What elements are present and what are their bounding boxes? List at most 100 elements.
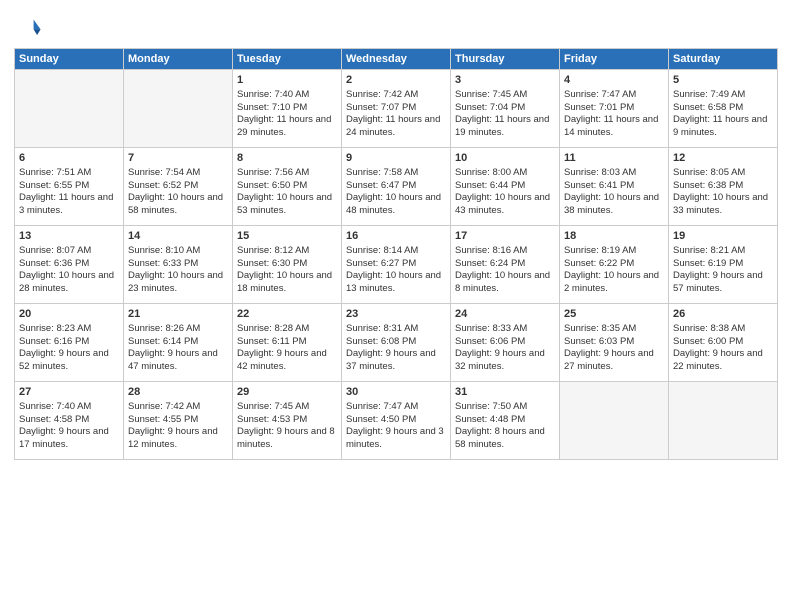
weekday-header: Saturday — [669, 49, 778, 70]
weekday-header: Tuesday — [233, 49, 342, 70]
calendar-cell: 19Sunrise: 8:21 AM Sunset: 6:19 PMDayligh… — [669, 226, 778, 304]
calendar-cell: 20Sunrise: 8:23 AMSunset: 6:16 PMDayligh… — [15, 304, 124, 382]
sunrise-text: Sunrise: 8:10 AM — [128, 245, 200, 256]
day-number: 24 — [455, 307, 555, 322]
sunset-text: Sunset: 4:50 PM — [346, 414, 416, 425]
calendar-cell: 6Sunrise: 7:51 AMSunset: 6:55 PMDaylight… — [15, 148, 124, 226]
cell-content: 8Sunrise: 7:56 AMSunset: 6:50 PMDaylight… — [237, 151, 337, 218]
day-number: 12 — [673, 151, 773, 166]
day-number: 13 — [19, 229, 119, 244]
calendar-cell: 9Sunrise: 7:58 AMSunset: 6:47 PMDaylight… — [342, 148, 451, 226]
cell-content: 9Sunrise: 7:58 AMSunset: 6:47 PMDaylight… — [346, 151, 446, 218]
daylight-text: Daylight: 10 hours and 18 minutes. — [237, 270, 332, 294]
daylight-text: Daylight: 9 hours and 52 minutes. — [19, 348, 109, 372]
cell-content: 24Sunrise: 8:33 AMSunset: 6:06 PMDayligh… — [455, 307, 555, 374]
sunrise-text: Sunrise: 8:16 AM — [455, 245, 527, 256]
day-number: 21 — [128, 307, 228, 322]
sunrise-text: Sunrise: 7:40 AM — [237, 89, 309, 100]
day-number: 29 — [237, 385, 337, 400]
cell-content: 1Sunrise: 7:40 AM Sunset: 7:10 PMDaylight… — [237, 73, 337, 140]
calendar-cell: 27Sunrise: 7:40 AMSunset: 4:58 PMDayligh… — [15, 382, 124, 460]
day-number: 1 — [237, 73, 337, 88]
sunset-text: Sunset: 6:55 PM — [19, 180, 89, 191]
sunrise-text: Sunrise: 8:07 AM — [19, 245, 91, 256]
daylight-text: Daylight: 8 hours and 58 minutes. — [455, 426, 545, 450]
cell-content: 14Sunrise: 8:10 AMSunset: 6:33 PMDayligh… — [128, 229, 228, 296]
sunset-text: Sunset: 7:10 PM — [237, 102, 307, 113]
day-number: 17 — [455, 229, 555, 244]
daylight-text: Daylight: 9 hours and 57 minutes. — [673, 270, 763, 294]
calendar-week-row: 20Sunrise: 8:23 AMSunset: 6:16 PMDayligh… — [15, 304, 778, 382]
calendar-cell: 14Sunrise: 8:10 AMSunset: 6:33 PMDayligh… — [124, 226, 233, 304]
sunset-text: Sunset: 6:19 PM — [673, 258, 743, 269]
day-number: 4 — [564, 73, 664, 88]
sunrise-text: Sunrise: 8:12 AM — [237, 245, 309, 256]
cell-content: 17Sunrise: 8:16 AMSunset: 6:24 PMDayligh… — [455, 229, 555, 296]
day-number: 3 — [455, 73, 555, 88]
sunrise-text: Sunrise: 7:45 AM — [237, 401, 309, 412]
cell-content: 4Sunrise: 7:47 AMSunset: 7:01 PMDaylight… — [564, 73, 664, 140]
calendar-cell: 26Sunrise: 8:38 AMSunset: 6:00 PMDayligh… — [669, 304, 778, 382]
sunset-text: Sunset: 6:27 PM — [346, 258, 416, 269]
cell-content: 19Sunrise: 8:21 AM Sunset: 6:19 PMDayligh… — [673, 229, 773, 296]
sunrise-text: Sunrise: 8:19 AM — [564, 245, 636, 256]
day-number: 20 — [19, 307, 119, 322]
sunrise-text: Sunrise: 8:28 AM — [237, 323, 309, 334]
calendar-cell: 21Sunrise: 8:26 AMSunset: 6:14 PMDayligh… — [124, 304, 233, 382]
calendar-cell: 24Sunrise: 8:33 AMSunset: 6:06 PMDayligh… — [451, 304, 560, 382]
calendar-cell: 7Sunrise: 7:54 AMSunset: 6:52 PMDaylight… — [124, 148, 233, 226]
daylight-text: Daylight: 9 hours and 42 minutes. — [237, 348, 327, 372]
sunset-text: Sunset: 7:07 PM — [346, 102, 416, 113]
cell-content: 15Sunrise: 8:12 AMSunset: 6:30 PMDayligh… — [237, 229, 337, 296]
daylight-text: Daylight: 10 hours and 48 minutes. — [346, 192, 441, 216]
cell-content: 16Sunrise: 8:14 AMSunset: 6:27 PMDayligh… — [346, 229, 446, 296]
calendar-cell: 31Sunrise: 7:50 AMSunset: 4:48 PMDayligh… — [451, 382, 560, 460]
day-number: 8 — [237, 151, 337, 166]
sunset-text: Sunset: 6:50 PM — [237, 180, 307, 191]
sunrise-text: Sunrise: 7:58 AM — [346, 167, 418, 178]
calendar-cell: 11Sunrise: 8:03 AMSunset: 6:41 PMDayligh… — [560, 148, 669, 226]
sunrise-text: Sunrise: 8:05 AM — [673, 167, 745, 178]
daylight-text: Daylight: 11 hours and 29 minutes. — [237, 114, 331, 138]
cell-content: 5Sunrise: 7:49 AMSunset: 6:58 PMDaylight… — [673, 73, 773, 140]
daylight-text: Daylight: 9 hours and 27 minutes. — [564, 348, 654, 372]
daylight-text: Daylight: 10 hours and 38 minutes. — [564, 192, 659, 216]
calendar-cell — [124, 70, 233, 148]
logo-icon — [14, 14, 42, 42]
sunrise-text: Sunrise: 7:54 AM — [128, 167, 200, 178]
sunset-text: Sunset: 6:03 PM — [564, 336, 634, 347]
day-number: 19 — [673, 229, 773, 244]
weekday-header: Thursday — [451, 49, 560, 70]
sunset-text: Sunset: 6:58 PM — [673, 102, 743, 113]
calendar-cell: 8Sunrise: 7:56 AMSunset: 6:50 PMDaylight… — [233, 148, 342, 226]
weekday-header: Monday — [124, 49, 233, 70]
sunset-text: Sunset: 6:22 PM — [564, 258, 634, 269]
calendar-cell — [669, 382, 778, 460]
daylight-text: Daylight: 10 hours and 23 minutes. — [128, 270, 223, 294]
sunrise-text: Sunrise: 7:40 AM — [19, 401, 91, 412]
day-number: 5 — [673, 73, 773, 88]
sunrise-text: Sunrise: 7:42 AM — [128, 401, 200, 412]
day-number: 10 — [455, 151, 555, 166]
day-number: 18 — [564, 229, 664, 244]
calendar-cell: 3Sunrise: 7:45 AMSunset: 7:04 PMDaylight… — [451, 70, 560, 148]
daylight-text: Daylight: 10 hours and 13 minutes. — [346, 270, 441, 294]
calendar-cell: 30Sunrise: 7:47 AMSunset: 4:50 PMDayligh… — [342, 382, 451, 460]
calendar-cell: 16Sunrise: 8:14 AMSunset: 6:27 PMDayligh… — [342, 226, 451, 304]
sunrise-text: Sunrise: 8:00 AM — [455, 167, 527, 178]
sunrise-text: Sunrise: 8:33 AM — [455, 323, 527, 334]
cell-content: 20Sunrise: 8:23 AMSunset: 6:16 PMDayligh… — [19, 307, 119, 374]
daylight-text: Daylight: 10 hours and 28 minutes. — [19, 270, 114, 294]
sunset-text: Sunset: 4:53 PM — [237, 414, 307, 425]
cell-content: 30Sunrise: 7:47 AMSunset: 4:50 PMDayligh… — [346, 385, 446, 452]
sunrise-text: Sunrise: 7:45 AM — [455, 89, 527, 100]
daylight-text: Daylight: 11 hours and 14 minutes. — [564, 114, 658, 138]
calendar-cell: 29Sunrise: 7:45 AMSunset: 4:53 PMDayligh… — [233, 382, 342, 460]
calendar-cell: 23Sunrise: 8:31 AMSunset: 6:08 PMDayligh… — [342, 304, 451, 382]
day-number: 25 — [564, 307, 664, 322]
calendar-cell: 18Sunrise: 8:19 AMSunset: 6:22 PMDayligh… — [560, 226, 669, 304]
cell-content: 22Sunrise: 8:28 AMSunset: 6:11 PMDayligh… — [237, 307, 337, 374]
sunrise-text: Sunrise: 8:21 AM — [673, 245, 745, 256]
daylight-text: Daylight: 10 hours and 33 minutes. — [673, 192, 768, 216]
day-number: 11 — [564, 151, 664, 166]
